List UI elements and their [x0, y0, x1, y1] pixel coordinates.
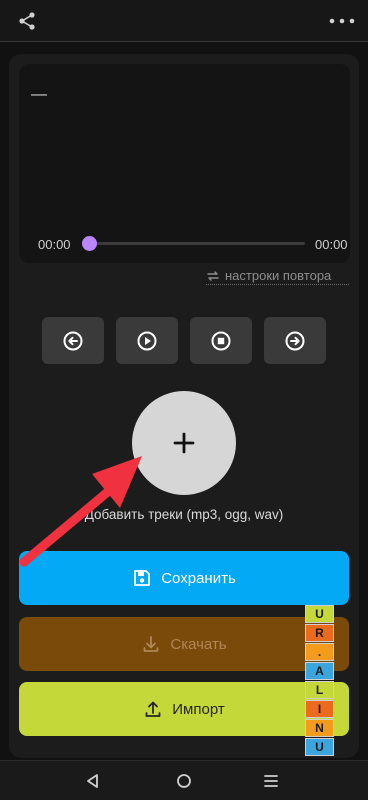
- watermark-letter: .: [305, 643, 334, 661]
- back-button[interactable]: [77, 769, 107, 793]
- watermark-letter: A: [305, 662, 334, 680]
- play-button[interactable]: [116, 317, 178, 364]
- back-triangle-icon: [87, 774, 98, 788]
- upload-icon: [145, 701, 161, 717]
- player-display: — 00:00 00:00: [19, 64, 350, 263]
- watermark-letter: R: [305, 624, 334, 642]
- stop-circle-icon: [211, 331, 231, 350]
- play-circle-icon: [137, 331, 157, 350]
- save-button[interactable]: Сохранить: [19, 551, 349, 605]
- import-label: Импорт: [172, 700, 225, 718]
- recents-lines-icon: [264, 775, 278, 787]
- watermark-letter: U: [305, 738, 334, 756]
- watermark-letter: I: [305, 700, 334, 718]
- seek-thumb[interactable]: [82, 236, 97, 251]
- home-button[interactable]: [169, 769, 199, 793]
- share-icon: [19, 12, 35, 30]
- watermark-letter: U: [305, 605, 334, 623]
- previous-button[interactable]: [42, 317, 104, 364]
- top-app-bar: [0, 0, 368, 42]
- more-options-button[interactable]: [324, 4, 360, 38]
- import-button[interactable]: Импорт: [19, 682, 349, 736]
- recents-button[interactable]: [256, 769, 286, 793]
- arrow-right-circle-icon: [285, 331, 305, 350]
- repeat-settings-label: настроки повтора: [225, 268, 332, 283]
- share-button[interactable]: [8, 4, 46, 38]
- download-button[interactable]: Скачать: [19, 617, 349, 671]
- stop-button[interactable]: [190, 317, 252, 364]
- download-icon: [143, 636, 159, 652]
- save-icon: [134, 570, 151, 586]
- seek-bar[interactable]: [89, 242, 305, 245]
- total-time: 00:00: [315, 237, 348, 252]
- watermark-letter: N: [305, 719, 334, 737]
- track-title: —: [31, 86, 47, 103]
- current-time: 00:00: [38, 237, 71, 252]
- plus-icon: [173, 432, 195, 454]
- system-navigation-bar: [0, 760, 368, 800]
- repeat-settings-link[interactable]: настроки повтора: [206, 267, 349, 285]
- more-vert-icon: [329, 18, 355, 24]
- home-circle-icon: [177, 774, 191, 788]
- save-label: Сохранить: [161, 569, 236, 587]
- add-tracks-label: Добавить треки (mp3, ogg, wav): [84, 507, 284, 522]
- repeat-icon: [207, 270, 219, 281]
- unila-watermark: U R . A L I N U: [305, 605, 334, 757]
- watermark-letter: L: [305, 681, 334, 699]
- add-tracks-button[interactable]: [132, 391, 236, 495]
- download-label: Скачать: [170, 635, 227, 653]
- next-button[interactable]: [264, 317, 326, 364]
- arrow-left-circle-icon: [63, 331, 83, 350]
